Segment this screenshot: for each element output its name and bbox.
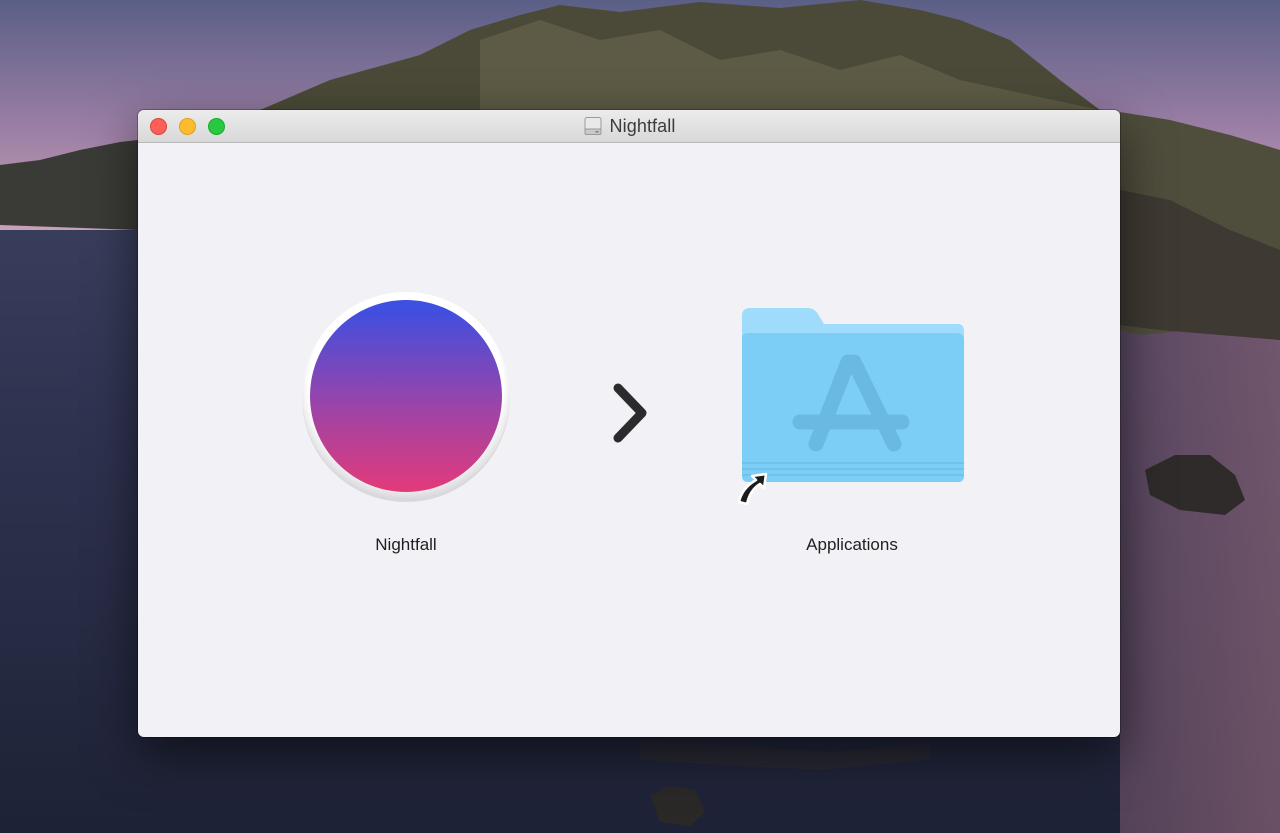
applications-folder-icon[interactable] bbox=[736, 306, 968, 512]
applications-label: Applications bbox=[806, 535, 898, 554]
title-bar[interactable]: Nightfall bbox=[138, 110, 1120, 143]
installer-window[interactable]: Nightfall Nightfall Applications bbox=[138, 110, 1120, 737]
window-title: Nightfall bbox=[609, 115, 676, 136]
app-label: Nightfall bbox=[375, 535, 437, 554]
disk-icon bbox=[584, 117, 602, 135]
chevron-right-icon bbox=[613, 383, 647, 443]
nightfall-app-icon[interactable] bbox=[300, 290, 512, 502]
